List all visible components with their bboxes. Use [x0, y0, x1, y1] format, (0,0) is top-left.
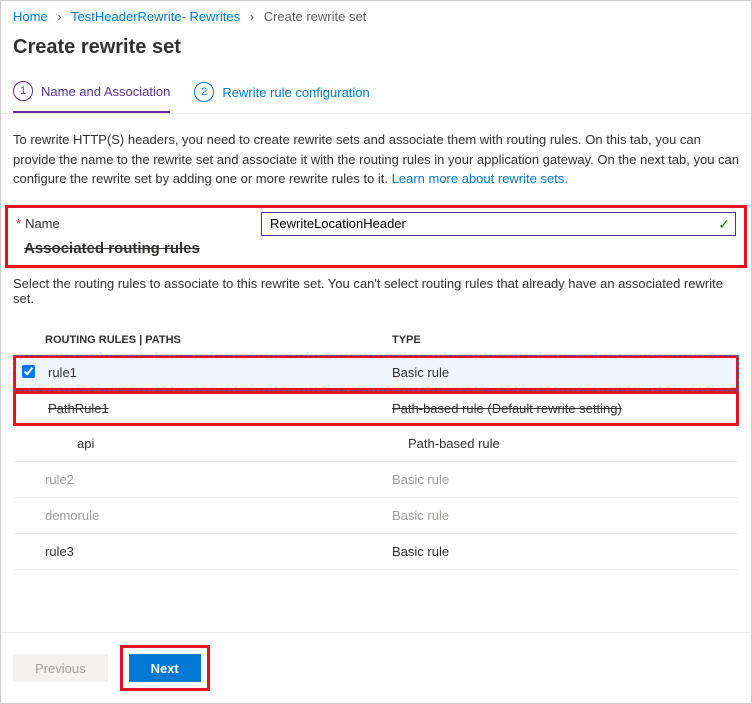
- row-name: demorule: [41, 508, 392, 523]
- previous-button[interactable]: Previous: [13, 654, 108, 682]
- column-header-name: ROUTING RULES | PATHS: [41, 334, 392, 346]
- description-text: To rewrite HTTP(S) headers, you need to …: [1, 130, 751, 205]
- row-name: rule3: [41, 544, 392, 559]
- row-type: Path-based rule: [408, 436, 739, 451]
- breadcrumb-rewrites[interactable]: TestHeaderRewrite- Rewrites: [71, 9, 240, 24]
- row-type: Basic rule: [392, 365, 736, 380]
- row-type: Basic rule: [392, 544, 739, 559]
- table-row[interactable]: rule1 Basic rule: [13, 355, 739, 391]
- row-name: rule1: [44, 365, 392, 380]
- page-title: Create rewrite set: [1, 32, 751, 75]
- row-type: Path-based rule (Default rewrite setting…: [392, 401, 736, 416]
- required-asterisk: *: [16, 216, 21, 231]
- name-input[interactable]: [261, 212, 736, 236]
- column-header-type: TYPE: [392, 334, 739, 346]
- footer: Previous Next: [1, 632, 751, 703]
- chevron-right-icon: ›: [57, 9, 61, 24]
- table-row: rule2 Basic rule: [13, 462, 739, 498]
- breadcrumb-current: Create rewrite set: [264, 9, 367, 24]
- tab-rewrite-rule-config[interactable]: 2 Rewrite rule configuration: [194, 75, 369, 113]
- next-button-highlight: Next: [120, 645, 210, 691]
- tab-label: Rewrite rule configuration: [222, 85, 369, 100]
- row-type: Basic rule: [392, 472, 739, 487]
- tab-label: Name and Association: [41, 84, 170, 99]
- next-button[interactable]: Next: [129, 654, 201, 682]
- name-section-highlight: *Name ✓ Associated routing rules: [5, 205, 747, 268]
- table-row[interactable]: rule3 Basic rule: [13, 534, 739, 570]
- associated-routing-rules-heading: Associated routing rules: [24, 240, 200, 257]
- breadcrumb-home[interactable]: Home: [13, 9, 48, 24]
- row-type: Basic rule: [392, 508, 739, 523]
- checkmark-icon: ✓: [718, 216, 730, 233]
- routing-rules-description: Select the routing rules to associate to…: [1, 268, 751, 326]
- table-row[interactable]: PathRule1 Path-based rule (Default rewri…: [13, 391, 739, 426]
- learn-more-link[interactable]: Learn more about rewrite sets.: [392, 171, 568, 186]
- chevron-right-icon: ›: [250, 9, 254, 24]
- table-row[interactable]: api Path-based rule: [13, 426, 739, 462]
- tabs: 1 Name and Association 2 Rewrite rule co…: [1, 75, 751, 114]
- row-name: rule2: [41, 472, 392, 487]
- breadcrumb: Home › TestHeaderRewrite- Rewrites › Cre…: [1, 1, 751, 32]
- tab-name-association[interactable]: 1 Name and Association: [13, 75, 170, 113]
- routing-rules-table: ROUTING RULES | PATHS TYPE rule1 Basic r…: [13, 326, 739, 570]
- name-label: *Name: [16, 216, 261, 231]
- row-name: PathRule1: [44, 401, 392, 416]
- row-checkbox[interactable]: [22, 365, 35, 378]
- row-name: api: [41, 436, 408, 451]
- tab-number-1: 1: [13, 81, 33, 101]
- tab-number-2: 2: [194, 82, 214, 102]
- table-header: ROUTING RULES | PATHS TYPE: [13, 326, 739, 355]
- table-row: demorule Basic rule: [13, 498, 739, 534]
